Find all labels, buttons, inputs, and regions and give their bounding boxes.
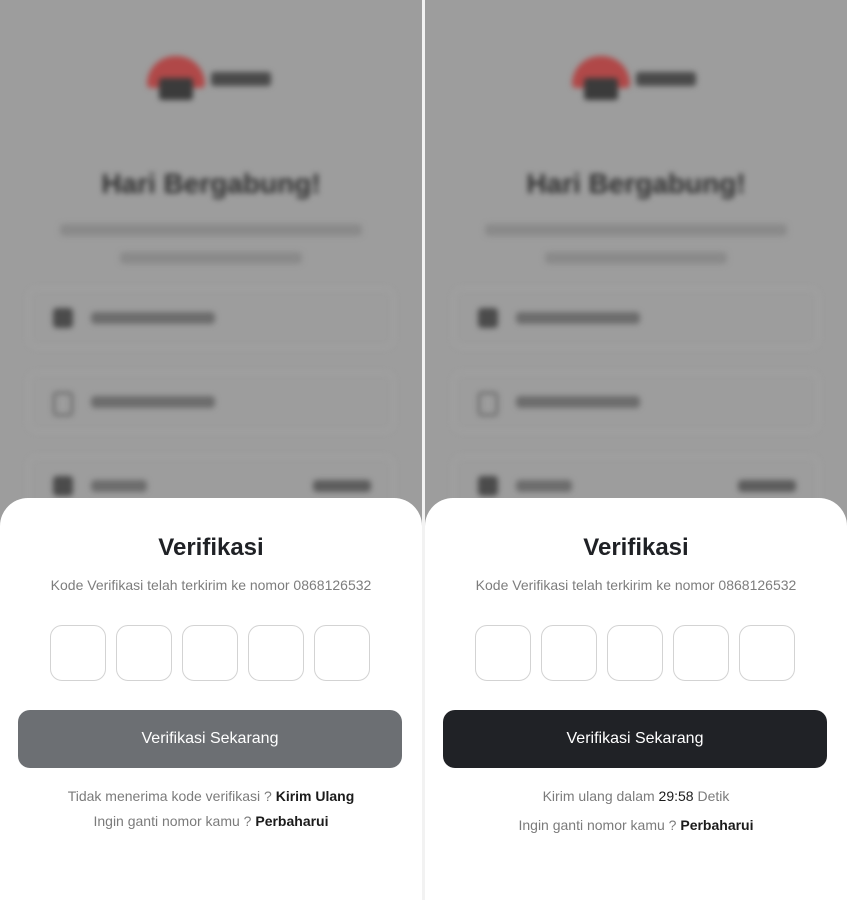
countdown-suffix: Detik <box>697 788 730 804</box>
sheet-subtitle: Kode Verifikasi telah terkirim ke nomor … <box>50 577 372 593</box>
change-number-prompt: Ingin ganti nomor kamu ? <box>93 813 252 829</box>
user-icon <box>478 308 498 328</box>
name-field <box>28 288 394 348</box>
logo-house-icon <box>159 78 193 100</box>
comparison-canvas: Hari Bergabung! Verifikasi Kode Verifika <box>0 0 850 900</box>
change-number-line: Ingin ganti nomor kamu ? Perbaharui <box>425 817 847 833</box>
phone-icon <box>53 392 73 416</box>
phone-field <box>28 372 394 432</box>
app-logo <box>570 52 700 108</box>
name-field <box>453 288 819 348</box>
logo-wordmark <box>211 72 271 86</box>
phone-field <box>453 372 819 432</box>
otp-digit-3[interactable] <box>607 625 663 681</box>
sheet-subtitle: Kode Verifikasi telah terkirim ke nomor … <box>475 577 797 593</box>
phone-field-text <box>91 396 215 408</box>
password-toggle <box>313 480 371 492</box>
otp-input-group <box>50 625 370 681</box>
otp-digit-3[interactable] <box>182 625 238 681</box>
registration-subtitle-placeholder <box>485 216 787 264</box>
logo-house-icon <box>584 78 618 100</box>
password-toggle <box>738 480 796 492</box>
password-field-text <box>516 480 572 492</box>
resend-link[interactable]: Kirim Ulang <box>276 788 355 804</box>
name-field-text <box>516 312 640 324</box>
verification-screen-after-resend: Hari Bergabung! Verifikasi Kode Verifika <box>425 0 847 900</box>
user-icon <box>53 308 73 328</box>
phone-icon <box>478 392 498 416</box>
sheet-title: Verifikasi <box>158 534 264 561</box>
otp-digit-4[interactable] <box>673 625 729 681</box>
otp-digit-5[interactable] <box>314 625 370 681</box>
otp-digit-5[interactable] <box>739 625 795 681</box>
sheet-title: Verifikasi <box>583 534 689 561</box>
logo-wordmark <box>636 72 696 86</box>
verification-sheet: Verifikasi Kode Verifikasi telah terkiri… <box>425 498 847 900</box>
verification-sheet: Verifikasi Kode Verifikasi telah terkiri… <box>0 498 422 900</box>
lock-icon <box>53 476 73 496</box>
registration-title: Hari Bergabung! <box>101 168 321 199</box>
verification-screen-before-resend: Hari Bergabung! Verifikasi Kode Verifika <box>0 0 422 900</box>
otp-digit-1[interactable] <box>50 625 106 681</box>
resend-prompt: Tidak menerima kode verifikasi ? <box>67 788 272 804</box>
otp-digit-1[interactable] <box>475 625 531 681</box>
lock-icon <box>478 476 498 496</box>
phone-field-text <box>516 396 640 408</box>
update-number-link[interactable]: Perbaharui <box>255 813 328 829</box>
otp-digit-2[interactable] <box>116 625 172 681</box>
change-number-line: Ingin ganti nomor kamu ? Perbaharui <box>0 813 422 829</box>
countdown-prefix: Kirim ulang dalam <box>542 788 655 804</box>
update-number-link[interactable]: Perbaharui <box>680 817 753 833</box>
resend-countdown-line: Kirim ulang dalam 29:58 Detik <box>425 788 847 804</box>
name-field-text <box>91 312 215 324</box>
password-field-text <box>91 480 147 492</box>
app-logo <box>145 52 275 108</box>
registration-subtitle-placeholder <box>60 216 362 264</box>
otp-digit-4[interactable] <box>248 625 304 681</box>
otp-input-group <box>475 625 795 681</box>
verify-now-button[interactable]: Verifikasi Sekarang <box>443 710 827 768</box>
otp-digit-2[interactable] <box>541 625 597 681</box>
verify-now-button[interactable]: Verifikasi Sekarang <box>18 710 402 768</box>
countdown-timer: 29:58 <box>658 788 694 804</box>
change-number-prompt: Ingin ganti nomor kamu ? <box>518 817 677 833</box>
registration-title: Hari Bergabung! <box>526 168 746 199</box>
resend-line: Tidak menerima kode verifikasi ? Kirim U… <box>0 788 422 804</box>
